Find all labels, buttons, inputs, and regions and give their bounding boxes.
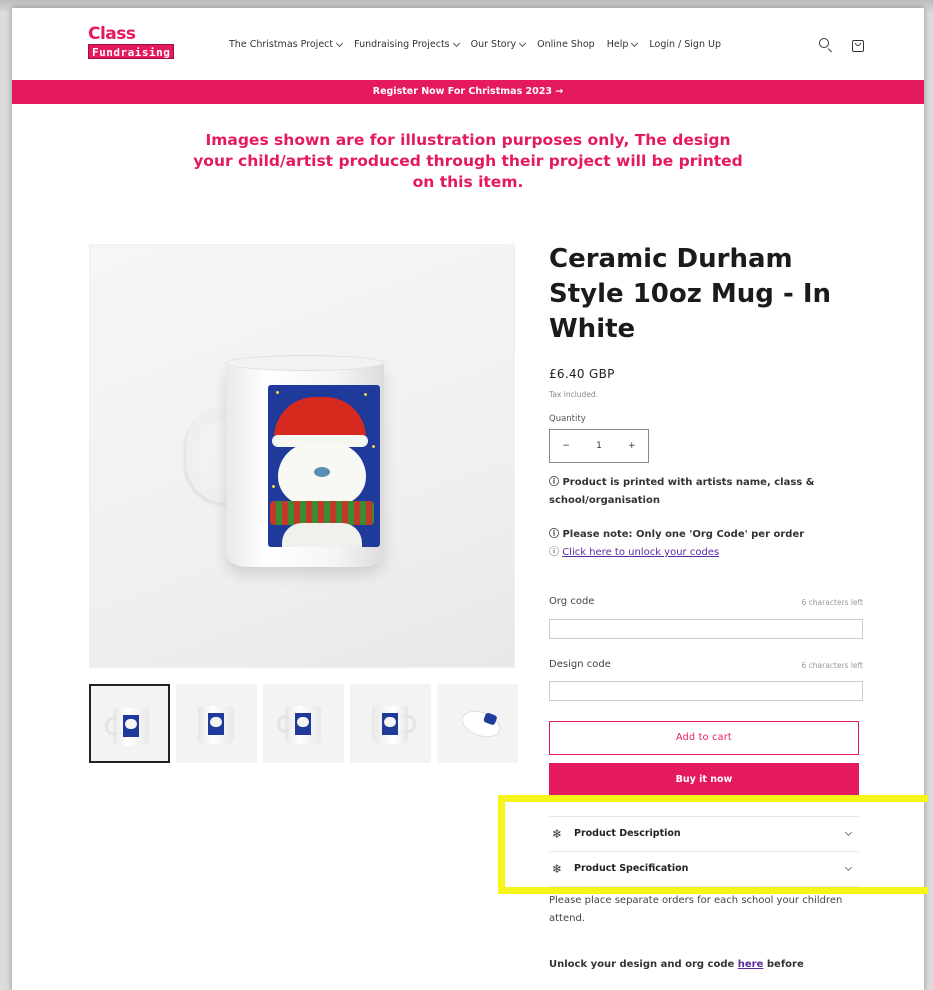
- nav-online-shop[interactable]: Online Shop: [537, 38, 595, 52]
- polar-bear-artwork: [268, 385, 380, 547]
- instructions-text: Unlock your design and org code: [549, 959, 738, 970]
- unlock-here-link[interactable]: here: [738, 959, 764, 970]
- instructions-text-end: before: [763, 959, 804, 970]
- quantity-input[interactable]: 1: [582, 429, 615, 463]
- nav-help[interactable]: Help: [606, 38, 639, 52]
- design-code-char-count: 6 characters left: [801, 661, 863, 670]
- info-icon: ⓘ: [549, 547, 563, 558]
- thumbnail-strip: [89, 684, 518, 763]
- site-header: Class Fundraising The Christmas Project …: [12, 8, 924, 80]
- quantity-decrease-button[interactable]: −: [550, 429, 582, 463]
- unlock-codes-link[interactable]: Click here to unlock your codes: [562, 547, 719, 558]
- add-to-cart-button[interactable]: Add to cart: [549, 721, 859, 755]
- nav-label: Help: [606, 39, 629, 50]
- unlock-codes-line: ⓘ Click here to unlock your codes: [549, 545, 719, 561]
- logo-text-bottom: Fundraising: [88, 44, 175, 59]
- nav-label: Fundraising Projects: [354, 39, 450, 50]
- org-code-char-count: 6 characters left: [801, 598, 863, 607]
- chevron-down-icon: [336, 39, 344, 48]
- tax-note: Tax included.: [549, 390, 599, 399]
- thumbnail[interactable]: [437, 684, 518, 763]
- org-code-label: Org code: [549, 596, 595, 607]
- thumbnail[interactable]: [350, 684, 431, 763]
- quantity-stepper: − 1 +: [549, 429, 649, 463]
- thumbnail[interactable]: [176, 684, 257, 763]
- product-price: £6.40 GBP: [549, 367, 615, 381]
- buy-it-now-button[interactable]: Buy it now: [549, 763, 859, 797]
- main-nav: The Christmas Project Fundraising Projec…: [229, 38, 721, 52]
- chevron-down-icon: [519, 39, 527, 48]
- nav-label: Our Story: [470, 39, 517, 50]
- org-code-input[interactable]: [549, 619, 863, 639]
- product-main-image[interactable]: [89, 244, 515, 668]
- design-code-input[interactable]: [549, 681, 863, 701]
- mug-illustration: [186, 355, 384, 569]
- chevron-down-icon: [452, 39, 460, 48]
- nav-fundraising-projects[interactable]: Fundraising Projects: [354, 38, 460, 52]
- nav-login-signup[interactable]: Login / Sign Up: [649, 38, 721, 52]
- unlock-code-instructions: Unlock your design and org code here bef…: [549, 956, 849, 974]
- org-code-note: ⓘ Please note: Only one 'Org Code' per o…: [549, 529, 805, 540]
- nav-label: Online Shop: [537, 39, 595, 50]
- illustration-notice: Images shown are for illustration purpos…: [193, 131, 743, 191]
- separate-orders-note: Please place separate orders for each sc…: [549, 895, 843, 924]
- quantity-increase-button[interactable]: +: [616, 429, 648, 463]
- logo-text-top: Class: [88, 24, 136, 44]
- nav-label: Login / Sign Up: [649, 39, 721, 50]
- class-fundraising-logo[interactable]: Class Fundraising: [88, 25, 200, 63]
- quantity-label: Quantity: [549, 414, 586, 424]
- cart-icon[interactable]: [850, 37, 866, 53]
- nav-christmas-project[interactable]: The Christmas Project: [229, 38, 344, 52]
- product-title: Ceramic Durham Style 10oz Mug - In White: [549, 244, 832, 344]
- chevron-down-icon: [631, 39, 639, 48]
- printed-info-note: ⓘ Product is printed with artists name, …: [549, 477, 815, 506]
- highlight-box: [498, 795, 928, 894]
- announcement-banner[interactable]: Register Now For Christmas 2023 →: [12, 80, 924, 104]
- design-code-label: Design code: [549, 659, 611, 670]
- nav-label: The Christmas Project: [229, 39, 334, 50]
- search-icon[interactable]: [818, 37, 834, 53]
- thumbnail[interactable]: [263, 684, 344, 763]
- thumbnail[interactable]: [89, 684, 170, 763]
- nav-our-story[interactable]: Our Story: [470, 38, 527, 52]
